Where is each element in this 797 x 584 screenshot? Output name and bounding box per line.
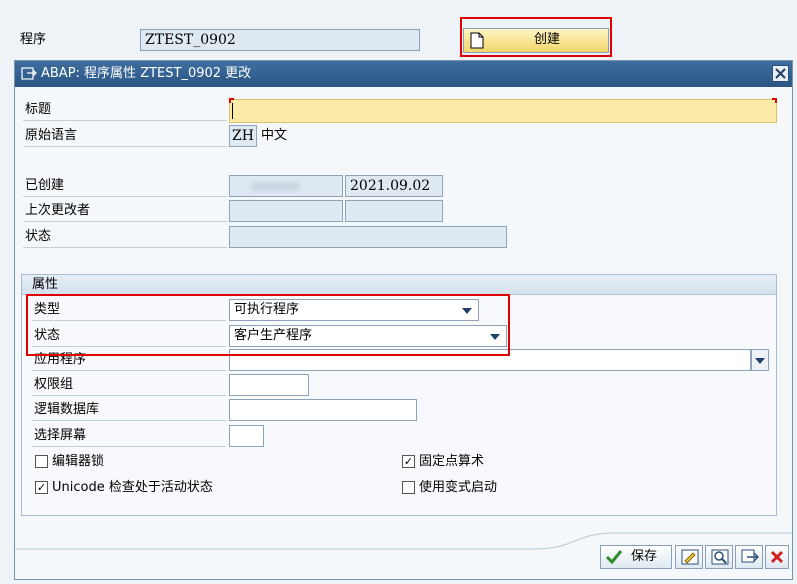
editor-lock-checkbox[interactable] [35,455,48,468]
created-date-field: 2021.09.02 [345,175,443,197]
app-dropdown-button[interactable] [751,349,769,371]
program-attributes-dialog: ABAP: 程序属性 ZTEST_0902 更改 标题 原始语言 ZH 中文 已… [14,60,793,580]
type-status-highlight [26,294,510,356]
title-input[interactable] [229,99,777,123]
blurred-user [250,182,300,191]
attributes-title: 属性 [32,277,59,292]
orig-lang-label: 原始语言 [25,128,78,143]
editor-lock-label: 编辑器锁 [52,454,105,469]
cancel-button[interactable] [765,545,789,569]
program-input[interactable]: ZTEST_0902 [140,29,420,51]
selection-screen-row: 选择屏幕 [32,425,226,447]
document-icon [470,32,484,49]
close-icon[interactable] [772,65,789,82]
required-marker-right [772,98,777,103]
cancel-icon [770,550,784,568]
last-changed-by-field [229,200,343,222]
create-button[interactable]: 创建 [463,28,609,53]
fixed-point-label: 固定点算术 [419,454,485,469]
variant-start-checkbox[interactable] [402,481,415,494]
title-label: 标题 [25,102,52,117]
created-by-field [229,175,343,197]
program-label: 程序 [20,32,47,47]
chevron-down-icon [755,358,765,364]
auth-group-input[interactable] [229,374,309,396]
orig-lang-row: 原始语言 [23,125,227,147]
logical-db-row: 逻辑数据库 [32,399,226,421]
created-label: 已创建 [25,178,65,193]
save-button[interactable]: 保存 [600,545,672,569]
selection-screen-input[interactable] [229,425,264,447]
last-changed-label: 上次更改者 [25,203,91,218]
last-changed-row: 上次更改者 [23,200,227,222]
last-changed-date-field [345,200,443,222]
logical-db-label: 逻辑数据库 [34,402,100,417]
check-icon [605,549,623,565]
fixed-point-checkbox[interactable]: ✓ [402,455,415,468]
create-button-label: 创建 [534,32,561,47]
text-cursor [232,103,233,119]
transfer-button[interactable] [735,545,763,569]
selection-screen-label: 选择屏幕 [34,428,87,443]
status-row: 状态 [23,226,227,248]
auth-group-row: 权限组 [32,374,226,396]
unicode-label: Unicode 检查处于活动状态 [52,480,213,495]
transfer-icon [741,549,760,569]
attributes-header: 属性 [22,275,776,295]
status-label: 状态 [25,229,52,244]
title-row: 标题 [23,99,227,121]
orig-lang-code: ZH [229,125,257,147]
dialog-title: ABAP: 程序属性 ZTEST_0902 更改 [41,66,252,81]
created-row: 已创建 [23,175,227,197]
search-icon [711,549,729,569]
logical-db-input[interactable] [229,399,417,421]
find-button[interactable] [705,545,733,569]
window-icon [21,67,37,81]
auth-group-label: 权限组 [34,377,74,392]
pencil-icon [681,549,699,569]
unicode-checkbox[interactable]: ✓ [35,481,48,494]
orig-lang-name: 中文 [261,128,288,143]
dialog-titlebar: ABAP: 程序属性 ZTEST_0902 更改 [15,61,792,87]
save-label: 保存 [631,549,658,564]
edit-button[interactable] [675,545,703,569]
variant-start-label: 使用变式启动 [419,480,498,495]
status-field [229,226,507,248]
